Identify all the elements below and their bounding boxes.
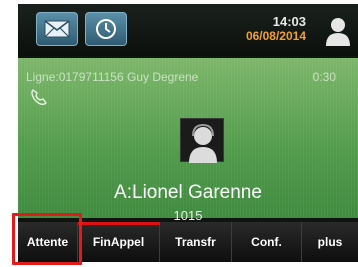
user-icon (326, 18, 350, 46)
callee-name: A:Lionel Garenne (114, 182, 262, 203)
end-call-indicator (78, 222, 160, 225)
clock-date: 06/08/2014 (245, 29, 306, 43)
conference-softkey[interactable]: Conf. (232, 222, 302, 262)
contact-person-icon (189, 123, 217, 163)
clock-icon (96, 19, 116, 39)
phone-display-frame: 14:03 06/08/2014 Ligne:0179711156 Guy De… (0, 0, 358, 267)
status-bar: 14:03 06/08/2014 (18, 4, 358, 56)
line-info: Ligne:0179711156 Guy Degrene (26, 70, 199, 84)
clock-time: 14:03 (272, 14, 306, 29)
handset-icon (31, 89, 47, 106)
active-call-panel: Ligne:0179711156 Guy Degrene 0:30 A:Lion… (18, 58, 358, 223)
messages-button[interactable] (36, 12, 78, 46)
highlight-box (12, 213, 82, 265)
contact-avatar (180, 118, 224, 163)
more-softkey[interactable]: plus (302, 222, 358, 262)
transfer-softkey[interactable]: Transfr (160, 222, 232, 262)
end-call-softkey[interactable]: FinAppel (78, 222, 160, 262)
mail-icon (44, 20, 70, 38)
call-history-button[interactable] (85, 12, 127, 46)
call-duration: 0:30 (312, 70, 336, 84)
